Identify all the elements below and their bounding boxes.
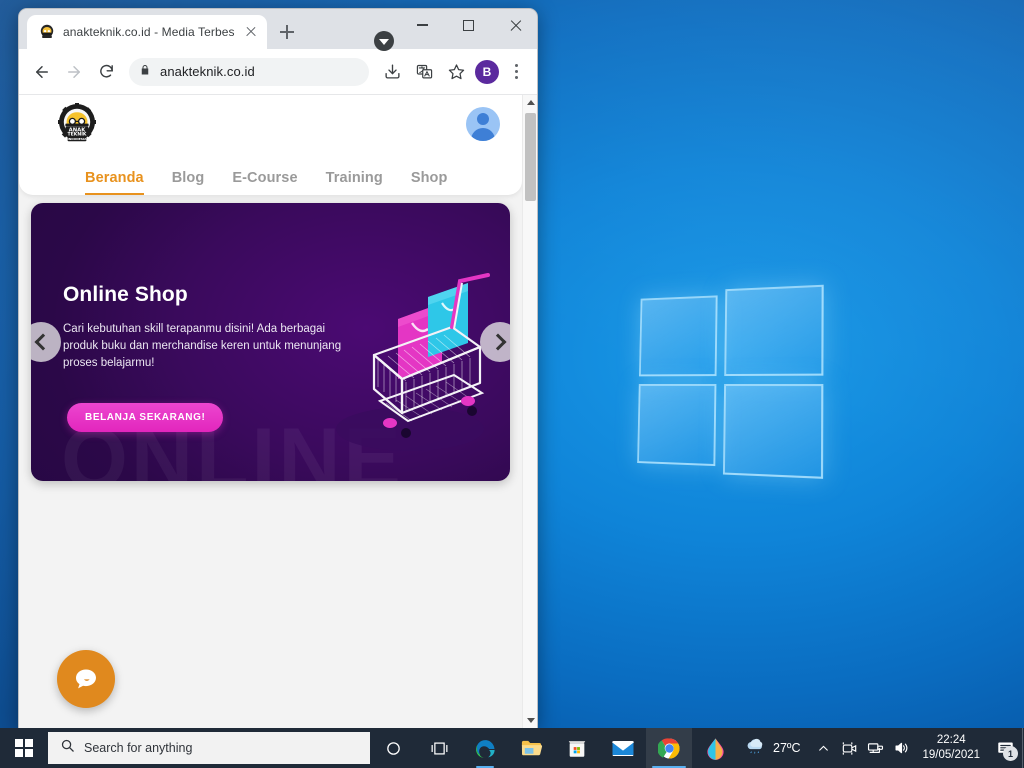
windows-pane [637,384,717,467]
cortana-icon[interactable] [370,728,416,768]
chrome-browser-window[interactable]: anakteknik.co.id - Media Terbesa anaktek… [18,8,538,728]
new-tab-button[interactable] [273,18,301,46]
forward-icon[interactable] [59,57,89,87]
nav-item-blog[interactable]: Blog [172,170,205,195]
belanja-sekarang-button[interactable]: BELANJA SEKARANG! [67,403,224,432]
anak-teknik-favicon-icon [39,24,55,40]
avatar-body [471,128,495,141]
notification-badge-count: 1 [1003,746,1019,761]
profile-avatar[interactable]: B [475,59,499,84]
nav-item-beranda[interactable]: Beranda [85,170,144,195]
back-icon[interactable] [27,57,57,87]
shopping-cart-illustration [302,251,492,456]
weather-widget[interactable]: 27ºC [738,728,811,768]
rain-cloud-icon [744,736,766,761]
show-hidden-icons-chevron[interactable] [811,728,837,768]
svg-text:INDONESIA: INDONESIA [68,137,88,141]
address-bar[interactable]: anakteknik.co.id [129,57,369,86]
taskbar-app-file-explorer[interactable] [508,728,554,768]
desktop[interactable]: R C C Ma PH C 20 [0,0,1024,768]
star-icon[interactable] [441,57,471,87]
anak-teknik-logo[interactable]: ANAK TEKNIK INDONESIA [55,103,99,147]
maximize-button[interactable] [445,9,491,41]
nav-item-training[interactable]: Training [326,170,383,195]
windows-pane [722,384,824,479]
notification-center-button[interactable]: 1 [988,728,1022,768]
windows-pane [724,284,824,377]
hero-carousel[interactable]: ONLINE Online Shop Cari kebutuhan skill … [31,203,510,481]
windows-taskbar[interactable]: Search for anything 27ºC 22:24 19/05/202… [0,728,1024,768]
chevron-down-icon [379,38,389,45]
start-button[interactable] [0,728,48,768]
chevron-right-icon [489,333,507,351]
nav-item-ecourse[interactable]: E-Course [232,170,297,195]
page-scrollbar[interactable] [522,95,537,728]
taskbar-app-microsoft-edge[interactable] [462,728,508,768]
avatar-head [477,113,489,125]
chevron-left-icon [34,333,52,351]
scrollbar-up-arrow[interactable] [523,95,537,110]
tab-close-icon[interactable] [243,24,259,40]
search-icon [60,738,75,758]
volume-icon[interactable] [889,728,915,768]
taskbar-app-google-chrome[interactable] [646,728,692,768]
tab-strip[interactable]: anakteknik.co.id - Media Terbesa [19,9,537,51]
chat-bubble-button[interactable] [57,650,115,708]
taskbar-search-box[interactable]: Search for anything [48,732,370,764]
reload-icon[interactable] [91,57,121,87]
translate-icon[interactable] [409,57,439,87]
system-tray[interactable]: 27ºC 22:24 19/05/2021 1 [738,728,1024,768]
task-view-icon[interactable] [416,728,462,768]
carousel-prev-button[interactable] [31,322,61,362]
scrollbar-down-arrow[interactable] [523,713,537,728]
windows-pane [638,295,718,377]
weather-temperature: 27ºC [773,741,801,755]
camera-icon[interactable] [837,728,863,768]
taskbar-app-microsoft-store[interactable] [554,728,600,768]
windows-logo-icon [15,739,33,757]
user-account-avatar[interactable] [466,107,500,141]
clock-time: 22:24 [936,734,966,746]
network-icon[interactable] [863,728,889,768]
tab-search-icon[interactable] [374,31,394,51]
close-window-button[interactable] [491,9,537,41]
url-text: anakteknik.co.id [160,64,255,79]
clock-date: 19/05/2021 [922,749,981,761]
web-page: ANAK TEKNIK INDONESIA Beranda Blog E-Cou… [19,95,522,728]
taskbar-app-browser-droplet[interactable] [692,728,738,768]
tab-title: anakteknik.co.id - Media Terbesa [63,25,235,39]
scrollbar-thumb[interactable] [525,113,536,201]
site-header: ANAK TEKNIK INDONESIA Beranda Blog E-Cou… [19,95,522,195]
taskbar-search-placeholder: Search for anything [84,741,193,755]
lock-icon [139,63,151,81]
taskbar-app-mail[interactable] [600,728,646,768]
three-dot-menu-icon[interactable] [503,57,529,87]
minimize-button[interactable] [399,9,445,41]
taskbar-clock[interactable]: 22:24 19/05/2021 [915,728,989,768]
browser-tab[interactable]: anakteknik.co.id - Media Terbesa [27,15,267,49]
window-controls[interactable] [399,9,537,41]
browser-viewport: ANAK TEKNIK INDONESIA Beranda Blog E-Cou… [19,95,537,728]
download-icon[interactable] [377,57,407,87]
windows-logo-wallpaper [637,284,826,486]
site-navigation[interactable]: Beranda Blog E-Course Training Shop [19,170,447,195]
browser-toolbar[interactable]: anakteknik.co.id B [19,49,537,95]
nav-item-shop[interactable]: Shop [411,170,448,195]
